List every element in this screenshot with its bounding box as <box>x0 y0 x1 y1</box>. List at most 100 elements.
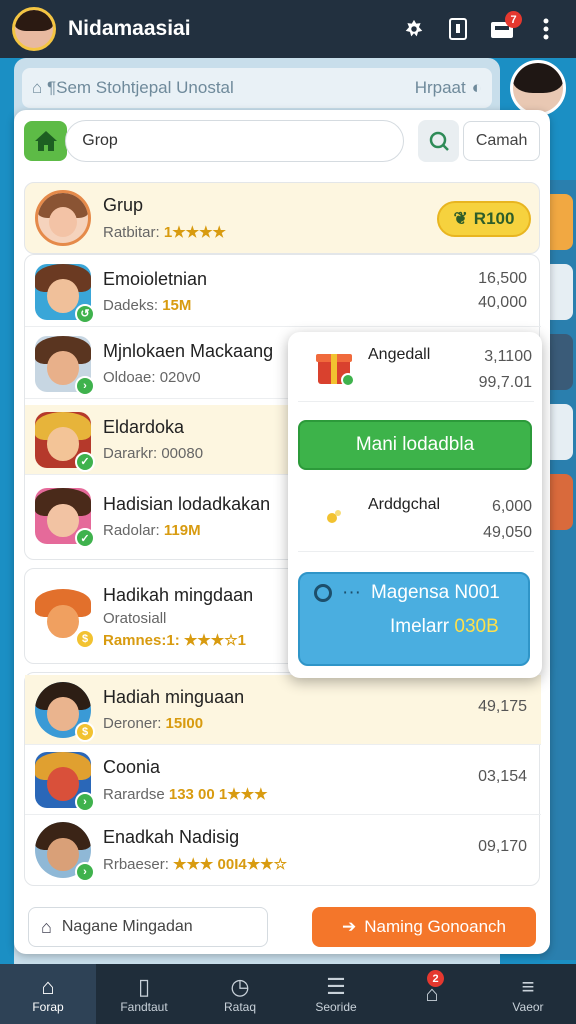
item-title: Mjnlokaen Mackaang <box>103 341 274 361</box>
leaf-icon: ❦ <box>453 209 468 228</box>
search-row: Grop Camah <box>14 110 550 172</box>
list-item[interactable]: ↺ Emoioletnian Dadeks: 15M 16,500 40,000 <box>25 257 541 327</box>
check-badge-icon: › <box>75 862 95 882</box>
item-title: Hadikah mingdaan <box>103 585 254 605</box>
primary-action-button[interactable]: ➔ Naming Gonoanch <box>312 907 536 947</box>
app-avatar[interactable] <box>12 7 56 51</box>
inbox-icon[interactable]: 7 <box>484 11 522 47</box>
dots-icon: ··· <box>342 582 361 603</box>
item-sub-label: Rrbaeser: <box>103 856 174 873</box>
popup-item[interactable]: Angedall 3,1100 99,7.01 <box>298 332 534 402</box>
avatar <box>35 190 91 246</box>
search-input[interactable]: Grop <box>65 120 404 162</box>
nav-item-history[interactable]: ◷ Rataq <box>192 964 288 1024</box>
nav-label: Vaeor <box>512 1000 544 1014</box>
reward-button[interactable]: ❦ R100 <box>437 201 531 237</box>
item-rating: Ramnes:1: ★★★☆1 <box>103 632 246 649</box>
item-number: 09,170 <box>478 838 527 855</box>
panel-footer: ⌂ Nagane Mingadan ➔ Naming Gonoanch <box>14 900 550 954</box>
app-top-bar: Nidamaasiai 7 <box>0 0 576 58</box>
app-title: Nidamaasiai <box>68 17 191 40</box>
arrow-right-icon: ➔ <box>341 917 357 936</box>
popup-item-label: Angedall <box>368 346 431 363</box>
popup-menu: Angedall 3,1100 99,7.01 Mani lodadbla Ar… <box>288 332 542 678</box>
item-sub-label: Radolar: <box>103 521 164 539</box>
item-sub-value: 15M <box>162 297 192 314</box>
check-badge-icon: ↺ <box>75 303 95 324</box>
house-outline-icon: ⌂ <box>41 916 52 937</box>
arrow-badge-icon: › <box>75 375 95 396</box>
item-sub-label: Oldoae: <box>103 369 160 386</box>
bg-toggle-icon: ◐ <box>471 78 482 97</box>
item-sub-label: Deroner: <box>103 715 166 732</box>
popup-number: 3,1100 <box>484 348 532 365</box>
profile-avatar[interactable] <box>510 60 566 116</box>
item-number: 16,500 <box>478 270 527 287</box>
settings-icon[interactable] <box>396 11 432 47</box>
more-vert-icon[interactable] <box>528 11 564 47</box>
nav-item-list[interactable]: ☰ Seoride <box>288 964 384 1024</box>
list-item[interactable]: $ Hadiah minguaan Deroner: 15I00 49,175 <box>25 675 541 745</box>
coin-badge-icon: $ <box>75 721 95 742</box>
item-sub-label: Ratbitar: <box>103 224 164 241</box>
phone-icon[interactable] <box>440 11 476 47</box>
item-rating: 1★★★★ <box>163 224 226 241</box>
bottom-navigation: ⌂ Forap ▯ Fandtaut ◷ Rataq ☰ Seoride ⌂ 2… <box>0 964 576 1024</box>
blue-line2-value: 030B <box>454 616 499 637</box>
popup-number: 49,050 <box>483 524 532 541</box>
bookmark-icon: ▯ <box>137 974 151 999</box>
item-sub-label: Dararkr: <box>103 445 162 462</box>
home-icon: ⌂ <box>41 974 55 999</box>
item-rating: 133 00 1★★★ <box>168 785 268 803</box>
nav-item-home[interactable]: ⌂ Forap <box>0 964 96 1024</box>
popup-item[interactable]: Arddgchal 6,000 49,050 <box>298 482 534 552</box>
target-icon <box>314 584 332 602</box>
bg-home-icon: ⌂ ¶ <box>32 78 57 97</box>
item-sub-value: 020v0 <box>159 369 201 386</box>
list-item[interactable]: › Coonia Rarardse 133 00 1★★★ 03,154 <box>25 745 541 815</box>
item-number: 40,000 <box>478 294 527 311</box>
item-sub-value: 00080 <box>161 445 204 462</box>
home-button[interactable] <box>24 121 68 161</box>
blue-line2-label: Imelarr <box>390 616 455 637</box>
popup-blue-button[interactable]: ··· Magensa N001 Imelarr 030B <box>298 572 530 666</box>
nav-item-favorites[interactable]: ▯ Fandtaut <box>96 964 192 1024</box>
search-input-value: Grop <box>82 132 118 149</box>
check-badge-icon: ✓ <box>75 528 95 548</box>
list-group: $ Hadiah minguaan Deroner: 15I00 49,175 … <box>24 672 541 886</box>
search-icon <box>429 131 449 151</box>
bg-search-text: Sem Stohtjepal Unostal <box>56 78 234 97</box>
item-title: Hadisian lodadkakan <box>103 493 271 514</box>
item-sub-label: Oratosiall <box>103 610 167 627</box>
nav-badge: 2 <box>427 970 444 987</box>
popup-number: 6,000 <box>491 498 532 515</box>
home-icon <box>34 131 57 151</box>
primary-action-label: Naming Gonoanch <box>364 917 506 936</box>
popup-green-button[interactable]: Mani lodadbla <box>298 420 532 470</box>
footer-field[interactable]: ⌂ Nagane Mingadan <box>28 907 268 947</box>
item-number: 49,175 <box>478 698 527 715</box>
notification-badge: 7 <box>505 11 522 28</box>
item-sub-value: 119M <box>163 521 201 539</box>
nav-item-menu[interactable]: ≡ Vaeor <box>480 964 576 1024</box>
cancel-button[interactable]: Camah <box>463 121 540 161</box>
list-item[interactable]: › Enadkah Nadisig Rrbaeser: ★★★ 00I4★★☆ … <box>25 815 541 885</box>
item-number: 03,154 <box>478 768 527 785</box>
item-sub-label: Dadeks: <box>103 297 163 314</box>
item-title: Hadiah minguaan <box>103 687 245 707</box>
search-button[interactable] <box>418 120 460 162</box>
item-title: Grup <box>103 195 144 215</box>
sparkle-icon <box>312 494 356 538</box>
check-badge-icon: ✓ <box>75 451 95 472</box>
coin-badge-icon: $ <box>75 629 95 649</box>
nav-item-notifications[interactable]: ⌂ 2 <box>384 964 480 1024</box>
nav-label: Fandtaut <box>120 1000 168 1014</box>
item-rating: ★★★ 00I4★★☆ <box>173 856 288 873</box>
list-item[interactable]: Grup Ratbitar: 1★★★★ ❦ R100 <box>24 182 540 254</box>
arrow-badge-icon: › <box>75 791 95 812</box>
menu-icon: ≡ <box>521 974 535 999</box>
clock-icon: ◷ <box>230 974 250 999</box>
list-icon: ☰ <box>326 974 346 999</box>
bg-right-text: Hrpaat <box>414 78 466 97</box>
item-title: Eldardoka <box>103 417 185 437</box>
